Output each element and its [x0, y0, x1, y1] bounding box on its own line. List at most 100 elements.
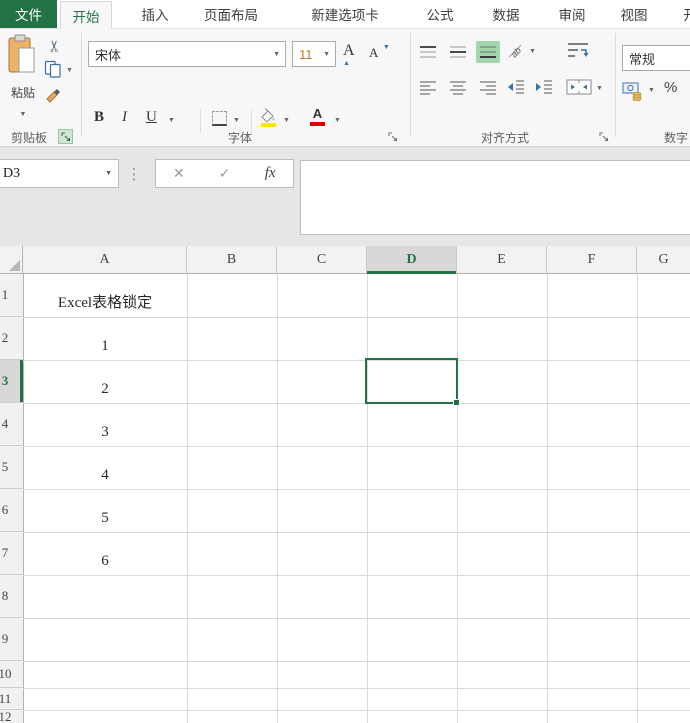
clipboard-dialog-launcher[interactable]: [58, 129, 73, 144]
fill-color-dropdown-icon[interactable]: ▼: [283, 117, 290, 124]
tab-developer-partial[interactable]: 开: [678, 0, 690, 28]
middle-align-button[interactable]: [446, 41, 470, 63]
accounting-format-button[interactable]: [622, 81, 644, 101]
bold-button[interactable]: B: [94, 109, 104, 126]
tab-data[interactable]: 数据: [478, 0, 534, 28]
align-right-button[interactable]: [476, 77, 500, 99]
cell-A5[interactable]: 4: [23, 446, 187, 489]
format-painter-button[interactable]: [44, 86, 64, 106]
tab-formulas[interactable]: 公式: [412, 0, 468, 28]
column-header-B[interactable]: B: [187, 246, 277, 273]
align-center-button[interactable]: [446, 77, 470, 99]
cell-A1[interactable]: Excel表格锁定: [23, 274, 187, 317]
increase-indent-button[interactable]: [534, 79, 554, 95]
cell-A2[interactable]: 1: [23, 317, 187, 360]
borders-button[interactable]: [212, 111, 227, 126]
row-header-3[interactable]: 3: [0, 360, 23, 403]
fill-color-icon: [259, 108, 277, 122]
bottom-align-icon: [480, 46, 496, 58]
column-header-E[interactable]: E: [457, 246, 547, 273]
formula-bar-input[interactable]: [300, 160, 690, 235]
paste-dropdown-icon: ▼: [19, 111, 27, 118]
row-header-4[interactable]: 4: [0, 403, 23, 446]
orientation-button[interactable]: ab: [506, 41, 526, 61]
row-header-11[interactable]: 11: [0, 688, 23, 710]
tab-view[interactable]: 视图: [607, 0, 661, 28]
merge-center-dropdown-icon[interactable]: ▼: [596, 85, 603, 92]
copy-button[interactable]: [44, 60, 62, 78]
svg-text:ab: ab: [509, 45, 523, 59]
merge-center-icon: [566, 79, 592, 95]
enter-button[interactable]: ✓: [209, 165, 239, 182]
italic-button[interactable]: I: [122, 109, 127, 126]
underline-button[interactable]: U: [146, 109, 157, 126]
column-header-F[interactable]: F: [547, 246, 637, 273]
row-header-10[interactable]: 10: [0, 661, 23, 688]
font-color-dropdown-icon[interactable]: ▼: [334, 117, 341, 124]
row-header-1[interactable]: 1: [0, 274, 23, 317]
ribbon: 粘贴 ▼ ✂ ▼ 剪贴板 宋体 ▼ 11 ▼ A ▲ A ▼ B I U ▼ ▼…: [0, 28, 690, 147]
accounting-dropdown-icon[interactable]: ▼: [648, 87, 655, 94]
fill-color-bar: [260, 123, 276, 127]
tab-review[interactable]: 审阅: [544, 0, 600, 28]
cell-A4[interactable]: 3: [23, 403, 187, 446]
cell-A7[interactable]: 6: [23, 532, 187, 575]
copy-dropdown-icon[interactable]: ▼: [66, 67, 73, 74]
bottom-align-button[interactable]: [476, 41, 500, 63]
select-all-button[interactable]: [0, 246, 23, 273]
insert-function-button[interactable]: fx: [255, 165, 285, 182]
tab-insert[interactable]: 插入: [128, 0, 182, 28]
formula-band: D3 ▼ ⋮ ✕ ✓ fx: [0, 147, 690, 246]
worksheet-grid: ABCDEFG123456789101112Excel表格锁定123456: [0, 246, 690, 723]
column-header-A[interactable]: A: [23, 246, 187, 273]
row-header-9[interactable]: 9: [0, 618, 23, 661]
tab-file[interactable]: 文件: [0, 0, 57, 28]
cancel-button[interactable]: ✕: [164, 165, 194, 182]
merge-center-button[interactable]: [566, 79, 592, 95]
align-left-button[interactable]: [416, 77, 440, 99]
column-header-C[interactable]: C: [277, 246, 367, 273]
gridline-horizontal: [23, 575, 690, 576]
fill-color-button[interactable]: [259, 108, 277, 127]
top-align-button[interactable]: [416, 41, 440, 63]
percent-style-button[interactable]: %: [664, 79, 677, 96]
alignment-group-label: 对齐方式: [480, 131, 529, 145]
cell-A3[interactable]: 2: [23, 360, 187, 403]
font-name-combo[interactable]: 宋体 ▼: [88, 41, 286, 67]
borders-dropdown-icon[interactable]: ▼: [233, 117, 240, 124]
wrap-text-button[interactable]: [566, 41, 590, 59]
decrease-indent-button[interactable]: [506, 79, 526, 95]
font-color-button[interactable]: A: [310, 106, 325, 127]
row-header-7[interactable]: 7: [0, 532, 23, 575]
number-format-combo[interactable]: 常规: [622, 45, 690, 71]
alignment-dialog-launcher[interactable]: [597, 130, 610, 143]
formula-bar-resize-handle[interactable]: ⋮: [127, 160, 142, 187]
name-box[interactable]: D3 ▼: [0, 159, 119, 188]
font-name-dropdown-icon: ▼: [273, 50, 280, 58]
row-header-5[interactable]: 5: [0, 446, 23, 489]
cell-A6[interactable]: 5: [23, 489, 187, 532]
column-header-G[interactable]: G: [637, 246, 690, 273]
grow-font-button[interactable]: A ▲: [343, 42, 365, 67]
row-header-12[interactable]: 12: [0, 710, 23, 723]
fill-handle[interactable]: [453, 399, 460, 406]
gridline-vertical: [187, 274, 188, 723]
tab-home[interactable]: 开始: [60, 1, 112, 29]
paste-button[interactable]: 粘贴 ▼: [6, 34, 40, 126]
row-header-2[interactable]: 2: [0, 317, 23, 360]
font-dialog-launcher[interactable]: [386, 130, 399, 143]
column-header-D[interactable]: D: [367, 246, 457, 274]
font-size-combo[interactable]: 11 ▼: [292, 41, 336, 67]
row-header-8[interactable]: 8: [0, 575, 23, 618]
shrink-font-button[interactable]: A ▼: [369, 44, 391, 68]
font-color-letter: A: [312, 106, 323, 121]
row-header-6[interactable]: 6: [0, 489, 23, 532]
orientation-dropdown-icon[interactable]: ▼: [529, 48, 536, 55]
font-size-value: 11: [299, 46, 313, 62]
tab-page-layout[interactable]: 页面布局: [196, 0, 266, 28]
name-box-dropdown-icon[interactable]: ▼: [105, 170, 118, 177]
underline-dropdown-icon[interactable]: ▼: [168, 117, 175, 124]
increase-indent-icon: [536, 80, 552, 94]
cut-button[interactable]: ✂: [45, 36, 65, 56]
tab-new-tab[interactable]: 新建选项卡: [300, 0, 390, 28]
